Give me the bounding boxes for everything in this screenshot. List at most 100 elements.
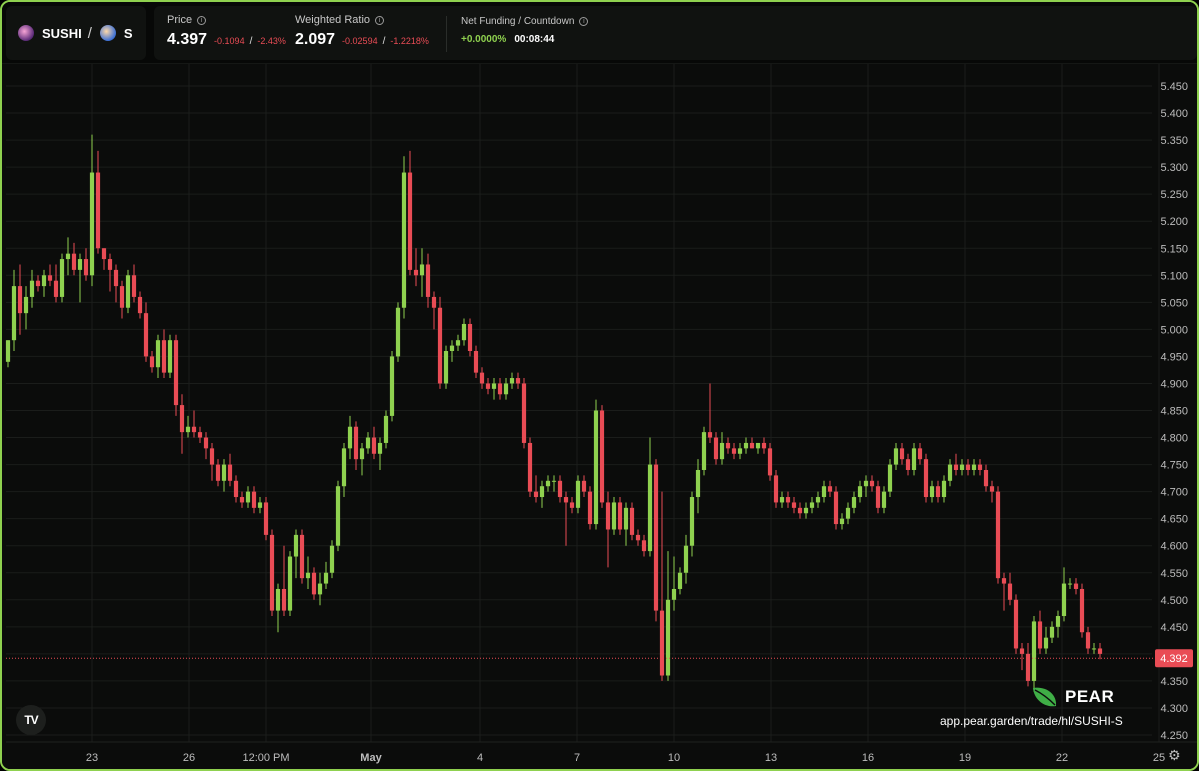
candle-body-up: [755, 442, 761, 449]
base-symbol: SUSHI: [42, 25, 82, 41]
price-stat: Price i 4.397 -0.1094 / -2.43%: [167, 14, 286, 49]
candle-body-down: [353, 426, 359, 460]
candle-body-down: [119, 286, 125, 308]
price-info-icon[interactable]: i: [197, 15, 207, 25]
candle-body-down: [1097, 648, 1103, 654]
y-tick-label: 4.450: [1160, 622, 1188, 634]
candle-body-down: [1001, 578, 1007, 584]
candle-body-down: [1073, 583, 1079, 589]
candle-body-up: [89, 172, 95, 276]
candle-body-up: [821, 486, 827, 498]
candle-body-down: [407, 172, 413, 270]
candle-body-up: [323, 572, 329, 584]
brand-url[interactable]: app.pear.garden/trade/hl/SUSHI-S: [940, 714, 1123, 728]
quote-symbol: S: [123, 25, 133, 41]
candle-body-down: [17, 286, 23, 314]
x-tick-label: 23: [86, 752, 98, 764]
candle-body-down: [311, 572, 317, 595]
candle-body-up: [389, 356, 395, 416]
candle-body-down: [917, 448, 923, 460]
y-tick-label: 4.900: [1160, 378, 1188, 390]
candle-body-down: [299, 534, 305, 579]
ratio-info-icon[interactable]: i: [375, 15, 385, 25]
candle-body-down: [179, 405, 185, 433]
candle-body-up: [539, 486, 545, 498]
market-stats: Price i 4.397 -0.1094 / -2.43% Weighted …: [154, 6, 1197, 60]
candle-body-down: [239, 497, 245, 503]
candle-body-up: [287, 556, 293, 611]
candle-body-up: [329, 545, 335, 573]
y-tick-label: 4.750: [1160, 460, 1188, 472]
candle-body-down: [923, 459, 929, 498]
y-tick-label: 5.050: [1160, 297, 1188, 309]
candle-body-down: [599, 410, 605, 503]
candle-body-down: [569, 502, 575, 508]
candle-body-down: [785, 497, 791, 503]
candle-body-down: [137, 296, 143, 314]
candle-body-down: [1013, 599, 1019, 649]
candle-body-down: [587, 491, 593, 525]
y-tick-label: 4.300: [1160, 703, 1188, 715]
candle-body-down: [869, 480, 875, 487]
funding-info-icon[interactable]: i: [579, 17, 589, 26]
candle-body-up: [1091, 648, 1097, 650]
y-tick-label: 4.550: [1160, 568, 1188, 580]
weighted-ratio-stat: Weighted Ratio i 2.097 -0.02594 / -1.221…: [295, 14, 429, 49]
x-tick-label: 19: [959, 752, 971, 764]
candle-body-up: [1061, 583, 1067, 617]
candle-body-down: [473, 351, 479, 373]
candle-body-up: [347, 426, 353, 449]
candle-body-up: [971, 464, 977, 470]
tradingview-logo[interactable]: TV: [16, 705, 46, 735]
pair-separator: /: [87, 24, 92, 42]
funding-rate: +0.0000%: [461, 34, 507, 45]
candle-body-down: [581, 480, 587, 492]
x-tick-label: May: [360, 752, 382, 764]
candle-body-up: [611, 502, 617, 530]
candle-body-down: [713, 437, 719, 460]
pair-selector[interactable]: SUSHI / S: [6, 6, 146, 60]
candle-body-down: [269, 534, 275, 611]
candle-body-up: [335, 486, 341, 546]
candle-body-up: [11, 286, 17, 341]
y-tick-label: 5.450: [1160, 81, 1188, 93]
ratio-change-divider: /: [382, 36, 386, 47]
candle-body-up: [455, 340, 461, 346]
candle-body-down: [149, 356, 155, 368]
y-tick-label: 5.250: [1160, 189, 1188, 201]
candle-body-up: [815, 497, 821, 503]
candle-body-up: [851, 497, 857, 508]
sushi-token-icon: [18, 25, 34, 41]
candle-body-down: [191, 426, 197, 433]
candle-body-up: [701, 432, 707, 470]
candle-body-up: [551, 480, 557, 482]
candle-body-up: [743, 442, 749, 449]
x-tick-label: 22: [1056, 752, 1068, 764]
candle-body-down: [425, 264, 431, 297]
candle-body-down: [71, 253, 77, 270]
candle-body-up: [59, 259, 65, 297]
candle-body-down: [371, 437, 377, 454]
y-tick-label: 4.350: [1160, 676, 1188, 688]
candle-body-down: [47, 275, 53, 281]
candle-body-up: [383, 415, 389, 443]
candle-body-up: [1067, 583, 1073, 585]
candle-body-up: [125, 275, 131, 308]
candle-body-up: [857, 486, 863, 498]
candle-body-down: [1079, 588, 1085, 633]
candle-body-up: [671, 588, 677, 600]
candlestick-chart[interactable]: 5.450 5.400 5.350 5.300 5.250 5.200 5.150 5.100…: [2, 64, 1197, 771]
candle-body-down: [227, 464, 233, 481]
candle-body-up: [245, 491, 251, 503]
candle-body-down: [413, 269, 419, 276]
candle-body-up: [41, 275, 47, 287]
candle-body-up: [293, 534, 299, 557]
candle-body-down: [935, 486, 941, 498]
candle-body-down: [989, 486, 995, 492]
settings-icon[interactable]: ⚙: [1168, 748, 1182, 762]
candle-body-up: [1043, 637, 1049, 649]
candle-body-up: [185, 426, 191, 433]
y-tick-label: 4.600: [1160, 541, 1188, 553]
candle-body-up: [911, 448, 917, 470]
candle-body-down: [467, 323, 473, 352]
